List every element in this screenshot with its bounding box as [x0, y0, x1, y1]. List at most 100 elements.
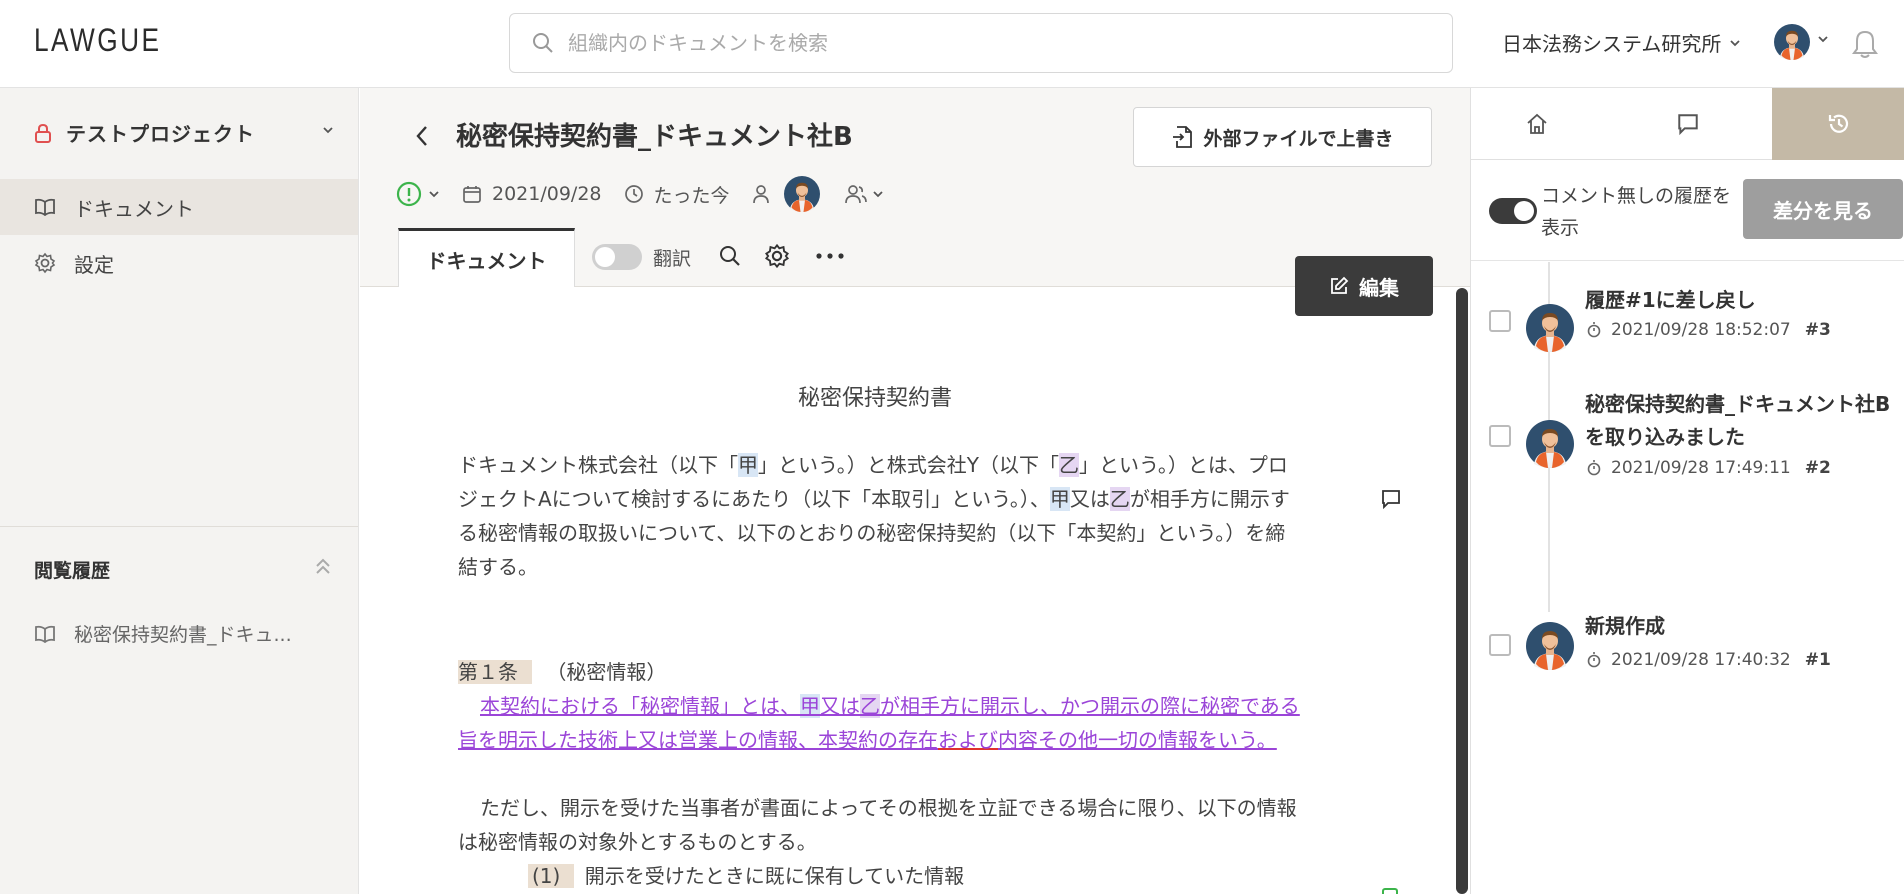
sidebar-item-label: 設定: [74, 252, 114, 277]
book-icon: [34, 625, 56, 643]
party-ko: 甲: [800, 694, 820, 718]
text-run: 本契約における「秘密情報」とは、: [480, 694, 800, 718]
text-run: 」という。）と株式会社Y（以下「: [758, 453, 1060, 477]
text-run: 又は: [820, 694, 860, 718]
item-text: 開示を受けたときに既に保有していた情報: [584, 864, 965, 888]
sidebar-divider: [0, 526, 358, 527]
sidebar-item-settings[interactable]: 設定: [0, 235, 358, 291]
view-diff-button[interactable]: 差分を見る: [1743, 179, 1903, 239]
history-version: #2: [1804, 458, 1831, 478]
stopwatch-icon: [1587, 322, 1601, 338]
user-avatar: [1526, 420, 1574, 468]
article-title: （秘密情報）: [546, 660, 667, 684]
home-icon: [1527, 113, 1547, 134]
history-title: 履歴#1に差し戻し: [1585, 288, 1756, 312]
history-time: 2021/09/28 17:49:11: [1611, 458, 1791, 478]
history-checkbox[interactable]: [1489, 310, 1511, 332]
owner-avatar[interactable]: [784, 176, 820, 212]
more-icon[interactable]: [816, 253, 844, 259]
history-meta: 2021/09/28 17:40:32 #1: [1587, 650, 1831, 670]
history-title: 新規作成: [1585, 614, 1665, 638]
project-selector[interactable]: テストプロジェクト: [34, 118, 334, 147]
chevron-down-icon: [322, 126, 334, 134]
tab-home[interactable]: [1472, 88, 1602, 160]
text-run: 又は: [1069, 487, 1110, 511]
comment-icon: [1678, 114, 1698, 136]
overwrite-external-file-button[interactable]: 外部ファイルで上書き: [1133, 107, 1432, 167]
show-no-comment-history-toggle[interactable]: [1489, 198, 1537, 224]
article-1-paragraph-2[interactable]: ただし、開示を受けた当事者が書面によってその根拠を立証できる場合に限り、以下の情…: [458, 791, 1300, 859]
history-version: #1: [1804, 650, 1831, 670]
status-alert-icon: [396, 181, 422, 207]
gear-icon[interactable]: [764, 243, 790, 269]
gear-icon: [34, 252, 56, 274]
flagged-term[interactable]: および: [938, 728, 998, 752]
members-selector[interactable]: [844, 184, 884, 204]
app-logo[interactable]: LAWGUE: [34, 22, 162, 59]
party-ko: 甲: [738, 453, 758, 477]
chevron-down-icon: [872, 191, 883, 198]
status-marker[interactable]: [1382, 888, 1398, 894]
preamble-paragraph[interactable]: ドキュメント株式会社（以下「甲」という。）と株式会社Y（以下「乙」という。）とは…: [458, 448, 1300, 584]
translate-toggle[interactable]: [592, 244, 642, 270]
search-input[interactable]: [568, 31, 1428, 55]
lock-icon: [34, 123, 52, 143]
search-icon: [532, 32, 554, 54]
chevron-down-icon: [429, 191, 439, 198]
left-sidebar: テストプロジェクト ドキュメント 設定 閲覧履歴 秘密保持契約書_ドキュ...: [0, 88, 359, 894]
chevron-double-up-icon[interactable]: [313, 556, 333, 576]
file-import-icon: [1171, 125, 1193, 149]
search-icon[interactable]: [718, 244, 742, 268]
item-number: (1): [528, 864, 575, 888]
scrollbar-thumb[interactable]: [1456, 288, 1468, 894]
person-icon: [752, 184, 770, 204]
stopwatch-icon: [1587, 460, 1601, 476]
document-area: 秘密保持契約書_ドキュメント社B 外部ファイルで上書き 2021/09/28 た…: [360, 88, 1470, 894]
contract-heading: 秘密保持契約書: [797, 386, 952, 411]
status-selector[interactable]: [396, 181, 440, 207]
back-arrow-icon[interactable]: [414, 124, 430, 148]
party-otsu: 乙: [1109, 487, 1130, 511]
overwrite-label: 外部ファイルで上書き: [1203, 127, 1394, 150]
project-name: テストプロジェクト: [66, 122, 255, 146]
right-panel-tabs: [1471, 88, 1904, 160]
tab-comments[interactable]: [1623, 88, 1753, 160]
edit-button[interactable]: 編集: [1295, 256, 1433, 316]
document-date: 2021/09/28: [492, 183, 602, 205]
tab-document[interactable]: ドキュメント: [398, 228, 575, 288]
translate-label: 翻訳: [653, 248, 692, 270]
document-title: 秘密保持契約書_ドキュメント社B: [456, 122, 853, 152]
stopwatch-icon: [1587, 652, 1601, 668]
article-1-heading: 第１条 （秘密情報）: [458, 655, 1300, 689]
clock-icon: [624, 184, 644, 204]
article-1-paragraph-1[interactable]: 本契約における「秘密情報」とは、甲又は乙が相手方に開示し、かつ開示の際に秘密であ…: [458, 689, 1300, 757]
party-ko: 甲: [1049, 487, 1070, 511]
party-otsu: 乙: [1059, 453, 1080, 477]
history-version: #3: [1804, 320, 1831, 340]
org-selector[interactable]: 日本法務システム研究所: [1502, 28, 1741, 57]
edit-label: 編集: [1359, 275, 1399, 300]
article-1-item-1[interactable]: (1) 開示を受けたときに既に保有していた情報: [458, 859, 1300, 893]
search-box[interactable]: [509, 13, 1453, 73]
people-icon: [844, 185, 867, 204]
history-checkbox[interactable]: [1489, 425, 1511, 447]
top-bar: LAWGUE 日本法務システム研究所: [0, 0, 1904, 88]
history-icon: [1828, 114, 1848, 133]
user-avatar[interactable]: [1774, 24, 1810, 60]
tab-history[interactable]: [1772, 88, 1904, 160]
comment-icon[interactable]: [1380, 488, 1402, 510]
history-time: 2021/09/28 18:52:07: [1611, 320, 1791, 340]
document-meta: 2021/09/28 たった今: [396, 178, 884, 210]
updated-time: たった今: [653, 184, 730, 207]
chevron-down-icon[interactable]: [1817, 35, 1829, 43]
right-panel: コメント無しの履歴を表示 差分を見る 履歴#1に差し戻し 2021/09/28 …: [1470, 88, 1904, 894]
bell-icon[interactable]: [1850, 28, 1880, 60]
article-number: 第１条: [458, 660, 532, 684]
history-title: 秘密保持契約書_ドキュメント社Bを取り込みました: [1585, 392, 1891, 449]
org-name: 日本法務システム研究所: [1502, 32, 1722, 56]
history-meta: 2021/09/28 17:49:11 #2: [1587, 458, 1831, 478]
calendar-icon: [462, 184, 482, 204]
history-item[interactable]: 秘密保持契約書_ドキュ...: [34, 620, 292, 647]
history-checkbox[interactable]: [1489, 634, 1511, 656]
sidebar-item-documents[interactable]: ドキュメント: [0, 179, 358, 235]
